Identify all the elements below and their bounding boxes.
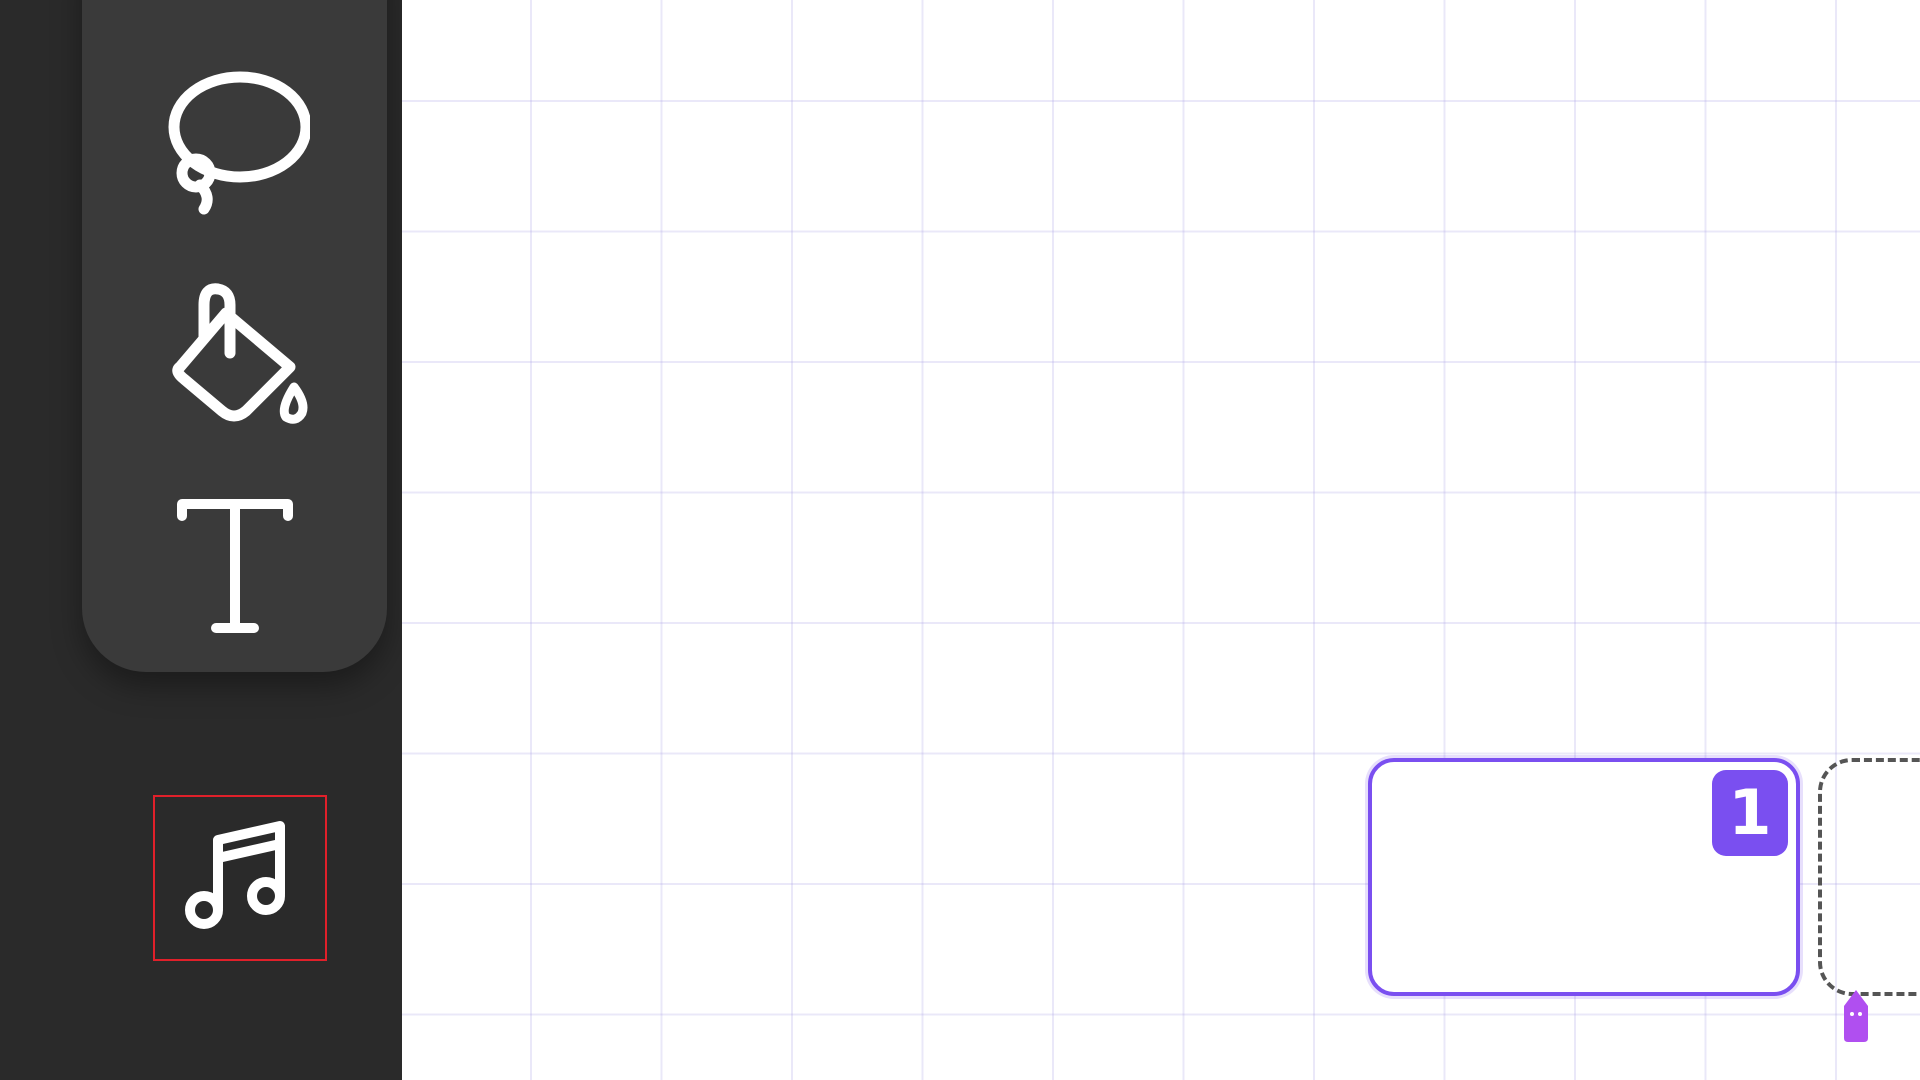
text-tool-button[interactable] bbox=[150, 485, 320, 645]
frame-number-badge: 1 bbox=[1712, 770, 1788, 856]
lasso-tool-button[interactable] bbox=[150, 60, 320, 220]
fill-tool-button[interactable] bbox=[150, 270, 320, 430]
left-sidebar bbox=[0, 0, 402, 1080]
empty-frame-placeholder[interactable] bbox=[1818, 758, 1920, 996]
music-note-icon bbox=[185, 821, 285, 929]
paint-bucket-icon bbox=[172, 283, 308, 424]
lasso-icon bbox=[168, 71, 310, 215]
frame-card[interactable]: 1 bbox=[1368, 758, 1800, 996]
music-tool-button[interactable] bbox=[153, 795, 327, 961]
whiteboard-canvas[interactable]: 1 bbox=[402, 0, 1920, 1080]
text-icon bbox=[177, 499, 293, 633]
cursor-marker-icon bbox=[1844, 990, 1868, 1042]
